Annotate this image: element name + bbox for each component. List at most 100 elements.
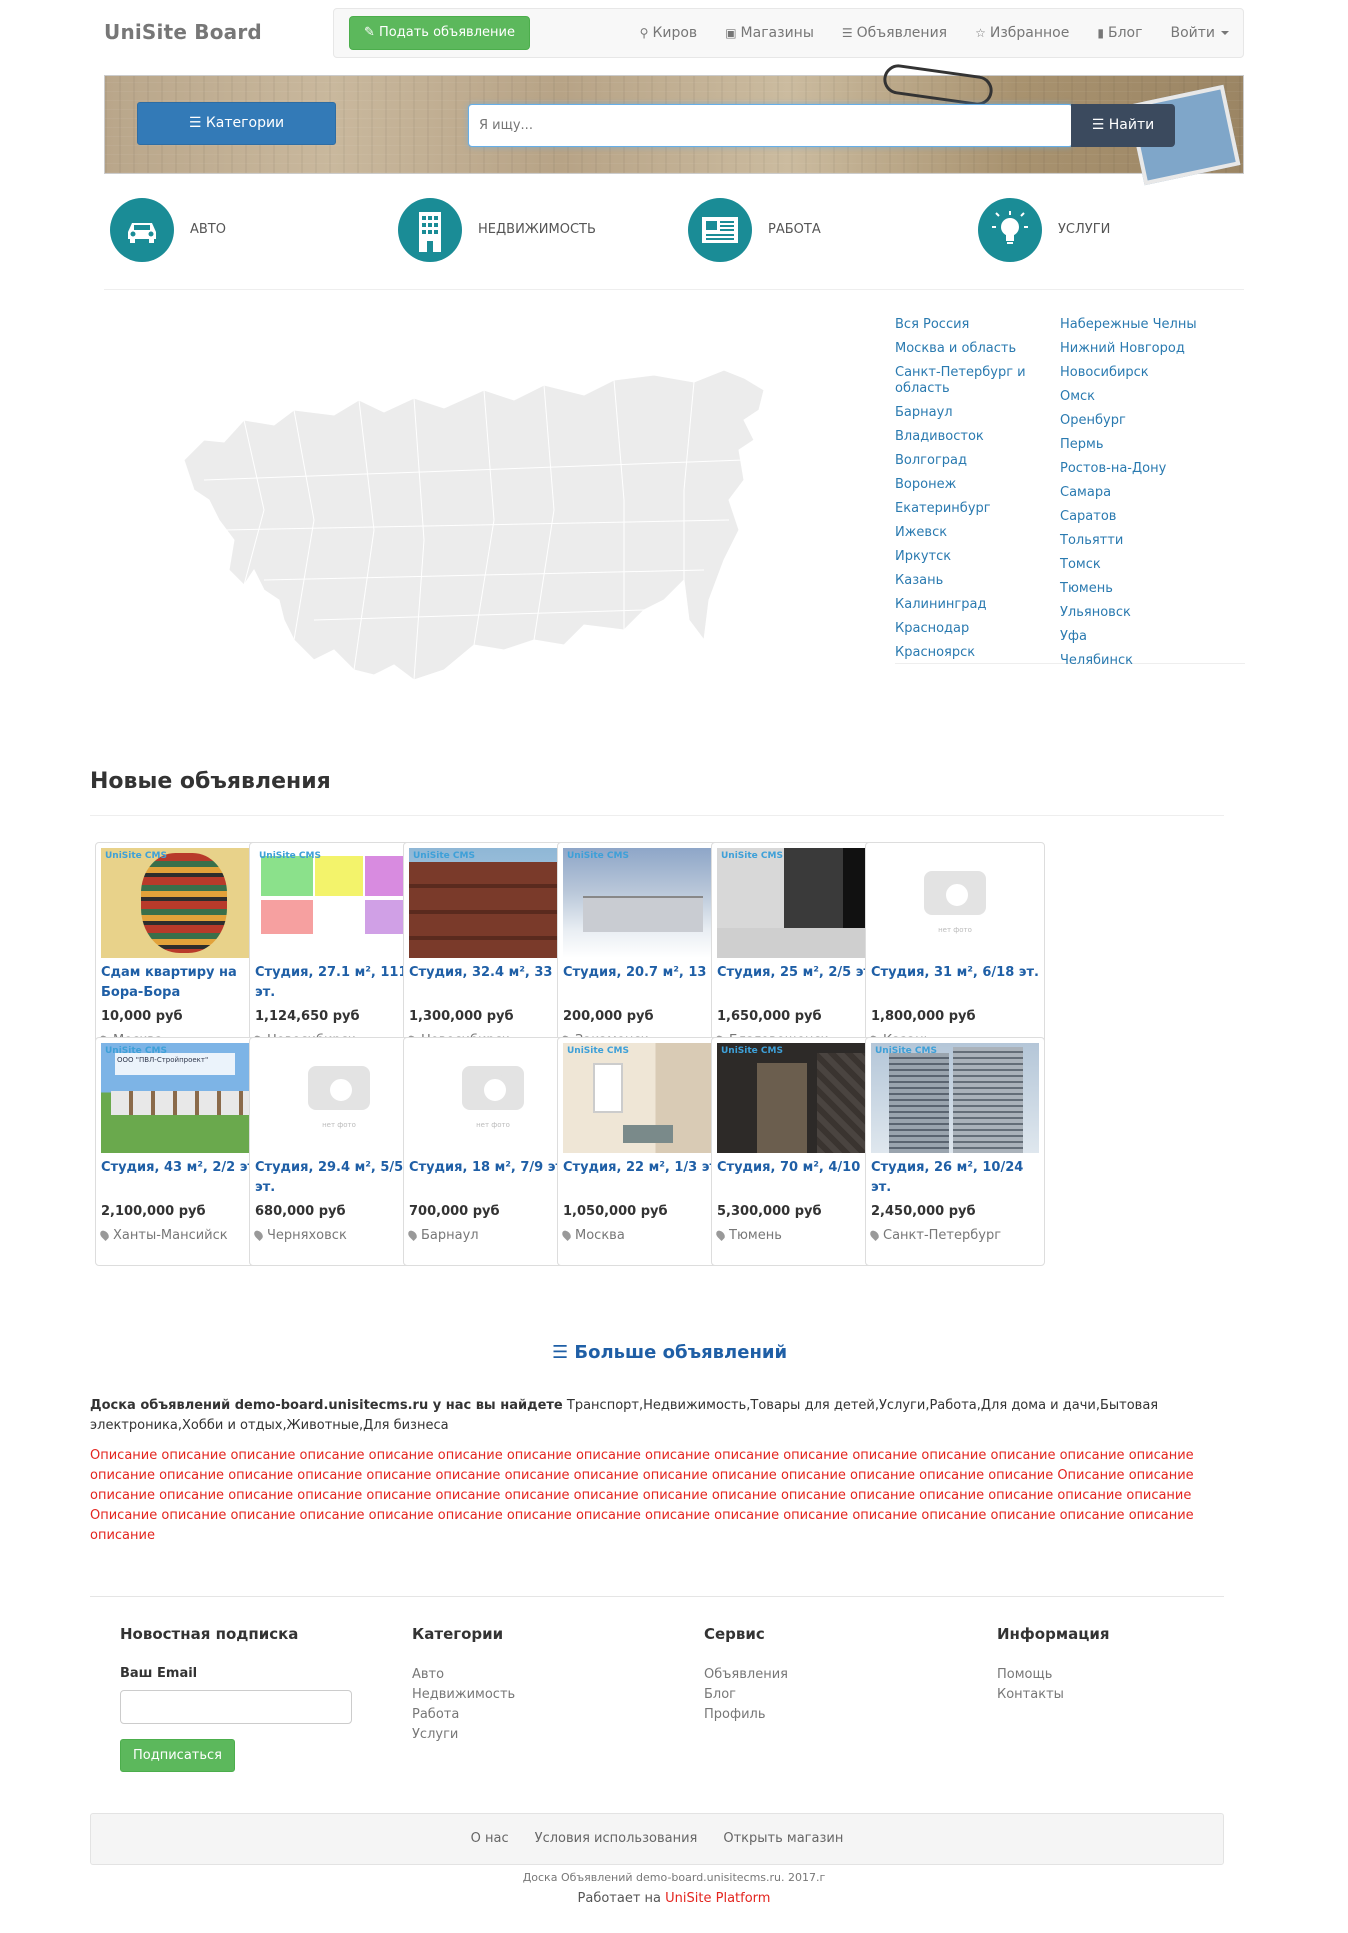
footer-divider <box>90 1596 1224 1597</box>
category-auto[interactable]: АВТО <box>110 198 226 262</box>
city-link[interactable]: Томск <box>1060 553 1197 577</box>
ad-title[interactable]: Студия, 25 м², 2/5 эт. <box>717 963 887 983</box>
city-link[interactable]: Набережные Челны <box>1060 313 1197 337</box>
ad-title[interactable]: Студия, 70 м², 4/10 эт. <box>717 1158 887 1178</box>
city-link[interactable]: Санкт-Петербург и <box>895 365 1026 381</box>
footer-link[interactable]: Услуги <box>412 1725 515 1745</box>
category-services[interactable]: УСЛУГИ <box>978 198 1110 262</box>
ad-title[interactable]: Студия, 43 м², 2/2 эт. <box>101 1158 271 1178</box>
russia-map[interactable] <box>183 369 804 690</box>
city-link[interactable]: Краснодар <box>895 617 1026 641</box>
ad-title[interactable]: Студия, 18 м², 7/9 эт. <box>409 1158 579 1178</box>
city-link[interactable]: Тюмень <box>1060 577 1197 601</box>
city-link[interactable]: Самара <box>1060 481 1197 505</box>
ad-photo[interactable]: UniSite CMS <box>255 848 423 958</box>
category-jobs[interactable]: РАБОТА <box>688 198 821 262</box>
subscribe-button[interactable]: Подписаться <box>120 1739 235 1773</box>
ad-title[interactable]: Студия, 29.4 м², 5/5 эт. <box>255 1158 425 1198</box>
list-icon: ☰ <box>841 25 853 40</box>
email-field[interactable] <box>120 1690 352 1725</box>
category-realty[interactable]: НЕДВИЖИМОСТЬ <box>398 198 596 262</box>
ad-photo[interactable]: UniSite CMS <box>563 848 731 958</box>
ad-title[interactable]: Студия, 31 м², 6/18 эт. <box>871 963 1041 983</box>
building-icon <box>398 198 462 262</box>
city-link[interactable]: Барнаул <box>895 401 1026 425</box>
city-link[interactable]: Ульяновск <box>1060 601 1197 625</box>
no-photo-placeholder: нет фото <box>871 848 1039 958</box>
site-logo[interactable]: UniSite Board <box>104 18 262 47</box>
ad-photo[interactable]: ООО "ПВЛ-Стройпроект" UniSite CMS <box>101 1043 269 1153</box>
footer-link[interactable]: Работа <box>412 1705 515 1725</box>
ad-card[interactable]: ООО "ПВЛ-Стройпроект" UniSite CMS Студия, … <box>95 1037 275 1266</box>
ad-photo[interactable]: UniSite CMS <box>563 1043 731 1153</box>
city-link[interactable]: Казань <box>895 569 1026 593</box>
city-link[interactable]: Саратов <box>1060 505 1197 529</box>
footer-link[interactable]: Помощь <box>997 1665 1110 1685</box>
city-link[interactable]: Челябинск <box>1060 649 1197 673</box>
city-link[interactable]: Калининград <box>895 593 1026 617</box>
open-shop-link[interactable]: Открыть магазин <box>723 1830 843 1849</box>
ad-photo[interactable]: UniSite CMS <box>717 1043 885 1153</box>
ad-photo[interactable]: UniSite CMS <box>871 1043 1039 1153</box>
city-link[interactable]: Пермь <box>1060 433 1197 457</box>
city-link[interactable]: Екатеринбург <box>895 497 1026 521</box>
city-link[interactable]: Воронеж <box>895 473 1026 497</box>
footer-categories: Категории Авто Недвижимость Работа Услуг… <box>412 1624 515 1745</box>
login-dropdown[interactable]: Войти <box>1170 23 1229 43</box>
city-link[interactable]: Москва и область <box>895 337 1026 361</box>
city-link[interactable]: Волгоград <box>895 449 1026 473</box>
platform-link[interactable]: UniSite Platform <box>665 1891 770 1906</box>
nav-item-favorites[interactable]: ☆ Избранное <box>975 23 1069 43</box>
ad-title[interactable]: Студия, 22 м², 1/3 эт. <box>563 1158 733 1178</box>
ad-title[interactable]: Студия, 27.1 м², 1114 эт. <box>255 963 425 1003</box>
search-input[interactable] <box>469 105 1065 146</box>
footer-link[interactable]: Профиль <box>704 1705 788 1725</box>
city-link[interactable]: Омск <box>1060 385 1197 409</box>
ad-card[interactable]: UniSite CMS Студия, 70 м², 4/10 эт. 5,300,… <box>711 1037 891 1266</box>
ad-title[interactable]: Студия, 26 м², 10/24 эт. <box>871 1158 1041 1198</box>
city-link[interactable]: Иркутск <box>895 545 1026 569</box>
ad-card[interactable]: UniSite CMS Студия, 22 м², 1/3 эт. 1,050,0… <box>557 1037 737 1266</box>
map-marker-icon <box>868 1228 881 1242</box>
ad-card[interactable]: UniSite CMS Студия, 26 м², 10/24 эт. 2,450… <box>865 1037 1045 1266</box>
city-link[interactable]: Оренбург <box>1060 409 1197 433</box>
no-photo-label: нет фото <box>476 1121 510 1129</box>
ad-title[interactable]: Сдам квартиру на Бора-Бора <box>101 963 271 1003</box>
city-link[interactable]: Тольятти <box>1060 529 1197 553</box>
nav-item-shops[interactable]: ▣ Магазины <box>725 23 814 43</box>
nav-item-city[interactable]: ⚲ Киров <box>640 23 698 43</box>
footer-link[interactable]: Контакты <box>997 1685 1110 1705</box>
city-link[interactable]: Нижний Новгород <box>1060 337 1197 361</box>
terms-link[interactable]: Условия использования <box>535 1830 698 1849</box>
ad-card[interactable]: нет фото Студия, 18 м², 7/9 эт. 700,000 ру… <box>403 1037 583 1266</box>
watermark: UniSite CMS <box>105 1046 167 1056</box>
footer-link[interactable]: Авто <box>412 1665 515 1685</box>
ad-title[interactable]: Студия, 32.4 м², 33 эт. <box>409 963 579 983</box>
about-link[interactable]: О нас <box>471 1830 509 1849</box>
city-link[interactable]: Вся Россия <box>895 313 1026 337</box>
categories-button[interactable]: ☰ Категории <box>137 102 336 145</box>
city-link[interactable]: Новосибирск <box>1060 361 1197 385</box>
city-link[interactable]: область <box>895 381 1026 397</box>
nav-item-blog[interactable]: ▮ Блог <box>1097 23 1142 43</box>
post-ad-button[interactable]: ✎ Подать объявление <box>349 16 530 50</box>
ad-photo[interactable]: UniSite CMS <box>717 848 885 958</box>
lightbulb-icon <box>978 198 1042 262</box>
find-button[interactable]: ☰ Найти <box>1071 104 1175 147</box>
more-ads-link[interactable]: ☰ Больше объявлений <box>552 1340 787 1366</box>
city-link[interactable]: Ростов-на-Дону <box>1060 457 1197 481</box>
nav-item-ads[interactable]: ☰ Объявления <box>842 23 947 43</box>
city-link[interactable]: Уфа <box>1060 625 1197 649</box>
city-link[interactable]: Ижевск <box>895 521 1026 545</box>
camera-icon <box>308 1066 370 1110</box>
footer-link[interactable]: Блог <box>704 1685 788 1705</box>
footer-link[interactable]: Недвижимость <box>412 1685 515 1705</box>
ad-photo[interactable]: UniSite CMS <box>409 848 577 958</box>
footer-link[interactable]: Объявления <box>704 1665 788 1685</box>
ad-title[interactable]: Студия, 20.7 м², 13 эт. <box>563 963 733 983</box>
ad-card[interactable]: нет фото Студия, 29.4 м², 5/5 эт. 680,000 … <box>249 1037 429 1266</box>
ad-photo[interactable]: UniSite CMS <box>101 848 269 958</box>
city-link[interactable]: Владивосток <box>895 425 1026 449</box>
city-link[interactable]: Красноярск <box>895 641 1026 665</box>
city-list: Вся Россия Москва и область Санкт-Петербур… <box>895 313 1245 668</box>
